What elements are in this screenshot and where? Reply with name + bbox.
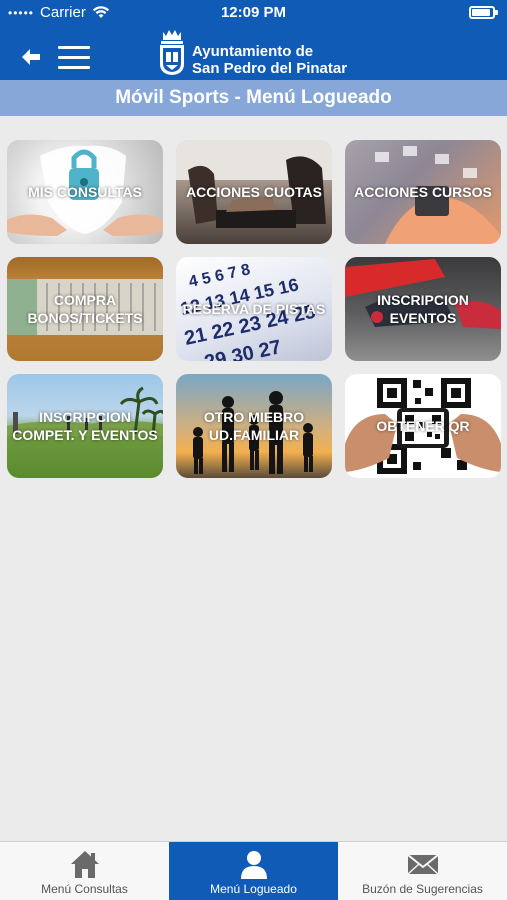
tab-buzon-sugerencias[interactable]: Buzón de Sugerencias bbox=[338, 842, 507, 900]
brand-line-1: Ayuntamiento de bbox=[192, 43, 314, 60]
hamburger-menu-icon[interactable] bbox=[58, 46, 90, 70]
tab-label: Buzón de Sugerencias bbox=[362, 882, 483, 896]
tile-label: INSCRIPCION EVENTOS bbox=[377, 292, 469, 326]
tile-reserva-pistas[interactable]: 4 5 6 7 8 12 13 14 15 16 21 22 23 24 25 … bbox=[176, 257, 332, 361]
brand-name: Ayuntamiento de San Pedro del Pinatar bbox=[192, 43, 347, 77]
tile-obtener-qr[interactable]: OBTENER QR bbox=[345, 374, 501, 478]
tile-label: ACCIONES CURSOS bbox=[354, 184, 492, 200]
tab-menu-logueado[interactable]: Menú Logueado bbox=[169, 842, 338, 900]
user-icon bbox=[240, 851, 267, 879]
tab-menu-consultas[interactable]: Menú Consultas bbox=[0, 842, 169, 900]
tile-mis-consultas[interactable]: MIS CONSULTAS bbox=[7, 140, 163, 244]
bottom-tab-bar: Menú Consultas Menú Logueado Buzón de Su… bbox=[0, 841, 507, 900]
tile-label: RESERVA DE PISTAS bbox=[182, 301, 326, 317]
tile-label: COMPRA BONOS/TICKETS bbox=[27, 292, 143, 326]
tile-label: MIS CONSULTAS bbox=[28, 184, 142, 200]
tile-label: INSCRIPCION COMPET. Y EVENTOS bbox=[12, 409, 158, 443]
tile-label: OBTENER QR bbox=[376, 418, 470, 434]
tab-label: Menú Consultas bbox=[41, 882, 128, 896]
battery-icon bbox=[469, 6, 498, 19]
status-time: 12:09 PM bbox=[220, 4, 287, 21]
tab-label: Menú Logueado bbox=[210, 882, 297, 896]
tile-acciones-cursos[interactable]: ACCIONES CURSOS bbox=[345, 140, 501, 244]
coat-of-arms-logo bbox=[160, 30, 184, 75]
home-icon bbox=[70, 851, 99, 878]
back-arrow-icon[interactable] bbox=[20, 46, 42, 68]
tile-acciones-cuotas[interactable]: ACCIONES CUOTAS bbox=[176, 140, 332, 244]
top-bar: ••••• Carrier 12:09 PM Ayuntamiento de S… bbox=[0, 0, 507, 80]
tile-label: ACCIONES CUOTAS bbox=[186, 184, 322, 200]
brand-line-2: San Pedro del Pinatar bbox=[192, 60, 348, 77]
tile-otro-miembro[interactable]: OTRO MIEBRO UD.FAMILIAR bbox=[176, 374, 332, 478]
tile-label: OTRO MIEBRO UD.FAMILIAR bbox=[203, 409, 305, 443]
status-bar: ••••• Carrier 12:09 PM bbox=[0, 0, 507, 26]
tile-inscripcion-compet[interactable]: INSCRIPCION COMPET. Y EVENTOS bbox=[7, 374, 163, 478]
envelope-icon bbox=[406, 854, 439, 875]
page-title: Móvil Sports - Menú Logueado bbox=[0, 80, 507, 116]
tile-inscripcion-eventos[interactable]: INSCRIPCION EVENTOS bbox=[345, 257, 501, 361]
tile-compra-bonos[interactable]: COMPRA BONOS/TICKETS bbox=[7, 257, 163, 361]
